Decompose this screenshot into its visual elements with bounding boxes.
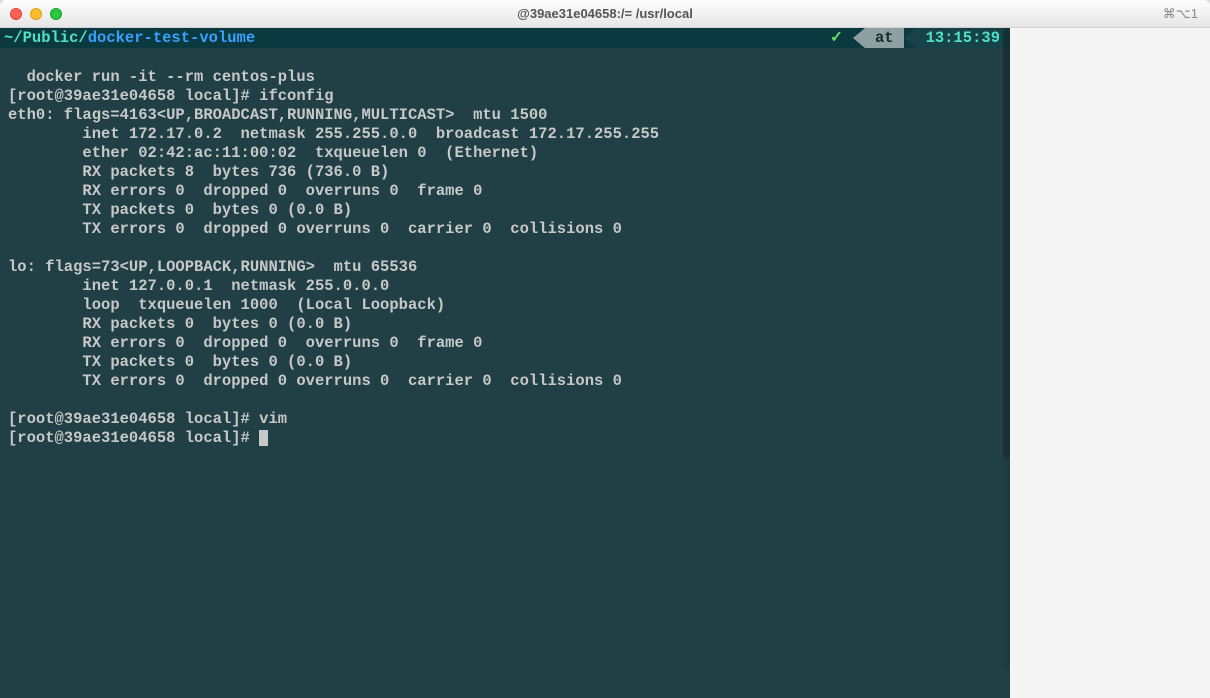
- titlebar[interactable]: @39ae31e04658:/= /usr/local ⌘⌥1: [0, 0, 1210, 28]
- prompt-line[interactable]: [root@39ae31e04658 local]#: [8, 429, 268, 447]
- terminal-window: @39ae31e04658:/= /usr/local ⌘⌥1 ~/Public…: [0, 0, 1210, 698]
- terminal-body[interactable]: ~/Public/docker-test-volume ✓ at 13:15:3…: [0, 28, 1010, 698]
- output-line: RX packets 0 bytes 0 (0.0 B): [8, 315, 352, 333]
- path-home: ~/Public/: [4, 29, 88, 48]
- output-line: [root@39ae31e04658 local]# ifconfig: [8, 87, 334, 105]
- output-line: RX errors 0 dropped 0 overruns 0 frame 0: [8, 334, 482, 352]
- status-time: 13:15:39: [926, 29, 1000, 48]
- cursor: [259, 430, 268, 446]
- output-line: loop txqueuelen 1000 (Local Loopback): [8, 296, 445, 314]
- output-line: RX errors 0 dropped 0 overruns 0 frame 0: [8, 182, 482, 200]
- output-line: docker run -it --rm centos-plus: [8, 68, 315, 86]
- output-line: eth0: flags=4163<UP,BROADCAST,RUNNING,MU…: [8, 106, 548, 124]
- scrollbar-thumb[interactable]: [1003, 28, 1010, 458]
- output-line: TX errors 0 dropped 0 overruns 0 carrier…: [8, 220, 622, 238]
- path-cwd: docker-test-volume: [88, 29, 255, 48]
- scrollbar[interactable]: [1003, 28, 1010, 668]
- terminal-output[interactable]: docker run -it --rm centos-plus [root@39…: [0, 48, 1010, 448]
- status-ok-icon: ✓: [820, 28, 853, 48]
- output-line: inet 172.17.0.2 netmask 255.255.0.0 broa…: [8, 125, 659, 143]
- window-title: @39ae31e04658:/= /usr/local: [0, 6, 1210, 21]
- output-line: TX packets 0 bytes 0 (0.0 B): [8, 201, 352, 219]
- powerline-status: ~/Public/docker-test-volume ✓ at 13:15:3…: [0, 28, 1010, 48]
- output-line: TX packets 0 bytes 0 (0.0 B): [8, 353, 352, 371]
- output-line: ether 02:42:ac:11:00:02 txqueuelen 0 (Et…: [8, 144, 538, 162]
- output-line: [root@39ae31e04658 local]# vim: [8, 410, 287, 428]
- output-line: lo: flags=73<UP,LOOPBACK,RUNNING> mtu 65…: [8, 258, 417, 276]
- shortcut-hint: ⌘⌥1: [1163, 6, 1198, 22]
- output-line: RX packets 8 bytes 736 (736.0 B): [8, 163, 389, 181]
- status-at-label: at: [865, 28, 904, 48]
- output-line: inet 127.0.0.1 netmask 255.0.0.0: [8, 277, 389, 295]
- output-line: TX errors 0 dropped 0 overruns 0 carrier…: [8, 372, 622, 390]
